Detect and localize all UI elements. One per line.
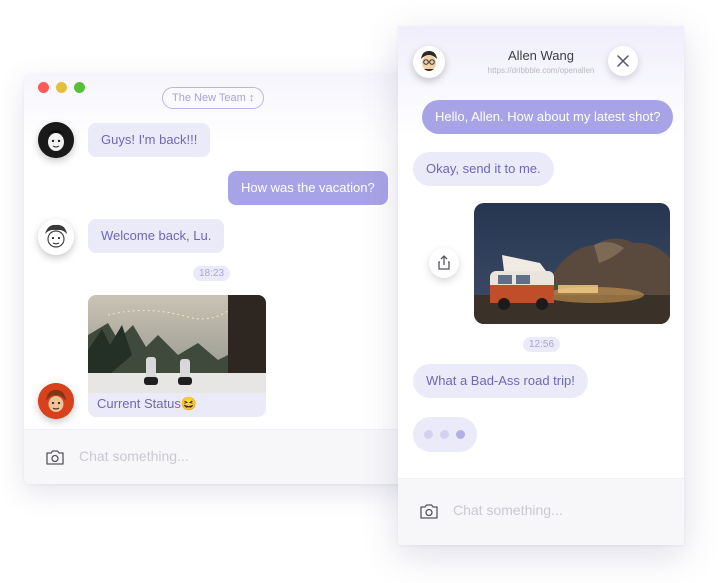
contact-name: Allen Wang — [508, 48, 574, 63]
typing-indicator — [413, 417, 477, 452]
team-selector[interactable]: The New Team ↕ — [162, 87, 265, 109]
close-window-button[interactable] — [38, 82, 49, 93]
close-button[interactable] — [608, 46, 638, 76]
message-outgoing: How was the vacation? — [228, 171, 388, 205]
message-outgoing: Hello, Allen. How about my latest shot? — [422, 100, 674, 134]
share-icon — [438, 255, 450, 270]
chat-input[interactable]: Chat something... — [453, 502, 563, 518]
feet-by-window-photo — [88, 295, 266, 393]
message-incoming: What a Bad-Ass road trip! — [413, 364, 588, 398]
avatar-girl-icon — [38, 122, 74, 158]
avatar-boy-icon — [38, 219, 74, 255]
van-night-photo — [474, 203, 670, 324]
typing-dot — [424, 430, 433, 439]
typing-dot — [440, 430, 449, 439]
timestamp: 12:56 — [523, 337, 561, 352]
share-button[interactable] — [429, 248, 459, 278]
image-message[interactable]: Current Status😆 — [88, 295, 266, 417]
message-incoming: Guys! I'm back!!! — [88, 123, 211, 157]
maximize-window-button[interactable] — [74, 82, 85, 93]
camera-icon[interactable] — [420, 503, 438, 519]
avatar[interactable] — [38, 383, 74, 419]
message-input-bar[interactable]: Chat something... — [24, 429, 422, 484]
avatar[interactable] — [38, 219, 74, 255]
typing-dot — [456, 430, 465, 439]
contact-url[interactable]: https://dribbble.com/openallen — [398, 66, 684, 75]
avatar[interactable] — [38, 122, 74, 158]
message-input-bar[interactable]: Chat something... — [398, 478, 684, 545]
message-incoming: Okay, send it to me. — [413, 152, 554, 186]
timestamp: 18:23 — [193, 266, 231, 281]
message-incoming: Welcome back, Lu. — [88, 219, 225, 253]
camera-icon[interactable] — [46, 449, 64, 465]
image-message[interactable] — [474, 203, 670, 324]
direct-chat-window: Allen Wang https://dribbble.com/openalle… — [398, 26, 684, 545]
chat-input[interactable]: Chat something... — [79, 448, 189, 464]
avatar-redhead-icon — [38, 383, 74, 419]
group-chat-window: The New Team ↕ Guys! I'm back!!! How was… — [24, 74, 422, 484]
image-caption: Current Status😆 — [97, 396, 198, 411]
close-icon — [617, 55, 629, 67]
minimize-window-button[interactable] — [56, 82, 67, 93]
window-controls — [38, 82, 85, 93]
